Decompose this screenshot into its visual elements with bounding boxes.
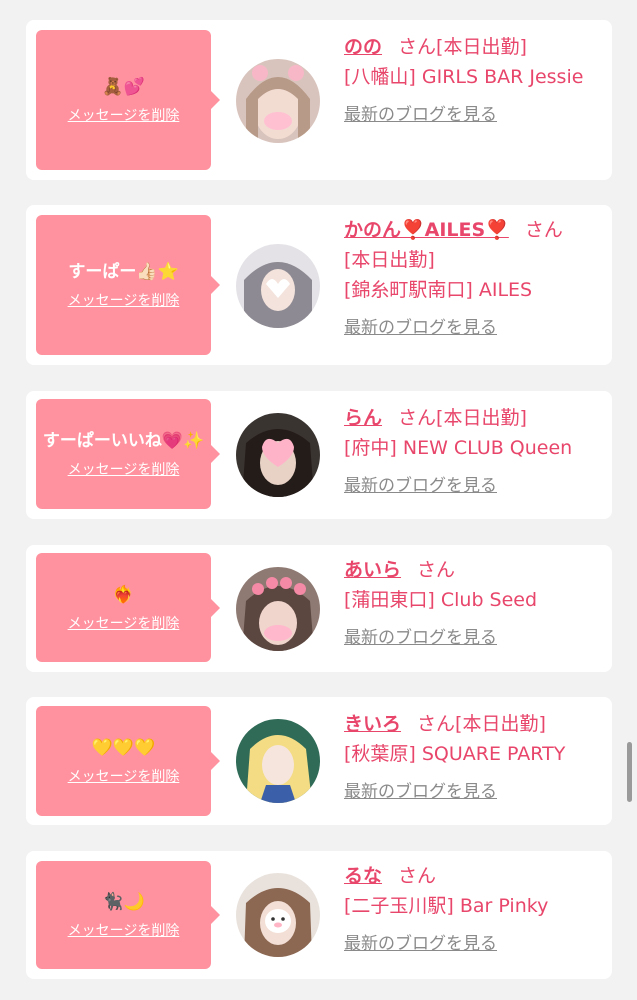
shop-name: [蒲田東口] Club Seed — [344, 589, 538, 611]
message-bubble: 💛💛💛 メッセージを削除 — [36, 706, 220, 816]
shop-name: [府中] NEW CLUB Queen — [344, 437, 573, 459]
girl-name-link[interactable]: あいら — [344, 559, 401, 581]
girl-name-link[interactable]: かのん❣️AILES❣️ — [344, 219, 509, 241]
latest-blog-link[interactable]: 最新のブログを見る — [344, 100, 497, 125]
work-status: [本日出勤] — [344, 249, 435, 271]
latest-blog-link[interactable]: 最新のブログを見る — [344, 623, 497, 648]
honorific: さん — [398, 865, 437, 887]
delete-message-link[interactable]: メッセージを削除 — [68, 105, 180, 125]
message-card: 🐈‍⬛🌙 メッセージを削除 るな さん [二子玉川駅] Bar Pinky 最新の… — [26, 851, 612, 979]
message-text: すーぱーいいね💗✨ — [42, 431, 205, 451]
message-text: ❤️‍🔥 — [112, 584, 135, 605]
girl-name-link[interactable]: るな — [344, 865, 382, 887]
avatar[interactable] — [236, 719, 320, 803]
message-list: 🧸💕 メッセージを削除 のの さん[本日出勤] [八幡山] GIRLS BAR J… — [0, 0, 637, 1000]
girl-info: るな さん [二子玉川駅] Bar Pinky 最新のブログを見る — [344, 861, 606, 954]
girl-info: あいら さん [蒲田東口] Club Seed 最新のブログを見る — [344, 555, 606, 648]
girl-name-link[interactable]: きいろ — [344, 713, 401, 735]
latest-blog-link[interactable]: 最新のブログを見る — [344, 313, 497, 338]
message-card: 💛💛💛 メッセージを削除 きいろ さん[本日出勤] [秋葉原] SQUARE PA… — [26, 697, 612, 825]
work-status: [本日出勤] — [436, 36, 527, 58]
avatar[interactable] — [236, 244, 320, 328]
girl-name-link[interactable]: のの — [344, 36, 382, 58]
girl-info: のの さん[本日出勤] [八幡山] GIRLS BAR Jessie 最新のブログ… — [344, 32, 606, 125]
avatar[interactable] — [236, 567, 320, 651]
message-text: 💛💛💛 — [91, 738, 156, 758]
honorific: さん — [398, 407, 437, 429]
delete-message-link[interactable]: メッセージを削除 — [68, 459, 180, 479]
girl-name-link[interactable]: らん — [344, 407, 382, 429]
work-status: [本日出勤] — [436, 407, 527, 429]
avatar[interactable] — [236, 413, 320, 497]
latest-blog-link[interactable]: 最新のブログを見る — [344, 777, 497, 802]
delete-message-link[interactable]: メッセージを削除 — [68, 613, 180, 633]
delete-message-link[interactable]: メッセージを削除 — [68, 920, 180, 940]
shop-name: [秋葉原] SQUARE PARTY — [344, 743, 566, 765]
message-text: 🧸💕 — [102, 77, 145, 97]
scrollbar[interactable] — [627, 742, 632, 802]
message-bubble: ❤️‍🔥 メッセージを削除 — [36, 553, 220, 662]
honorific: さん — [524, 219, 563, 241]
message-bubble: 🐈‍⬛🌙 メッセージを削除 — [36, 861, 220, 969]
message-card: 🧸💕 メッセージを削除 のの さん[本日出勤] [八幡山] GIRLS BAR J… — [26, 20, 612, 180]
message-card: すーぱー👍🏻⭐️ メッセージを削除 かのん❣️AILES❣️ さん [本日出勤] … — [26, 205, 612, 365]
message-bubble: すーぱーいいね💗✨ メッセージを削除 — [36, 399, 220, 509]
message-text: 🐈‍⬛🌙 — [102, 892, 145, 912]
avatar[interactable] — [236, 873, 320, 957]
latest-blog-link[interactable]: 最新のブログを見る — [344, 929, 497, 954]
shop-name: [錦糸町駅南口] AILES — [344, 279, 533, 301]
shop-name: [二子玉川駅] Bar Pinky — [344, 895, 549, 917]
message-card: すーぱーいいね💗✨ メッセージを削除 らん さん[本日出勤] [府中] NEW C… — [26, 391, 612, 519]
message-card: ❤️‍🔥 メッセージを削除 あいら さん [蒲田東口] Club Seed 最新の… — [26, 545, 612, 672]
girl-info: らん さん[本日出勤] [府中] NEW CLUB Queen 最新のブログを見る — [344, 403, 606, 496]
work-status: [本日出勤] — [455, 713, 546, 735]
delete-message-link[interactable]: メッセージを削除 — [68, 766, 180, 786]
message-bubble: 🧸💕 メッセージを削除 — [36, 30, 220, 170]
message-bubble: すーぱー👍🏻⭐️ メッセージを削除 — [36, 215, 220, 355]
girl-info: かのん❣️AILES❣️ さん [本日出勤] [錦糸町駅南口] AILES 最新の… — [344, 215, 606, 338]
latest-blog-link[interactable]: 最新のブログを見る — [344, 471, 497, 496]
girl-info: きいろ さん[本日出勤] [秋葉原] SQUARE PARTY 最新のブログを見る — [344, 709, 606, 802]
message-text: すーぱー👍🏻⭐️ — [68, 262, 179, 282]
honorific: さん — [398, 36, 437, 58]
shop-name: [八幡山] GIRLS BAR Jessie — [344, 66, 584, 88]
honorific: さん — [417, 713, 456, 735]
delete-message-link[interactable]: メッセージを削除 — [68, 290, 180, 310]
honorific: さん — [417, 559, 456, 581]
avatar[interactable] — [236, 59, 320, 143]
